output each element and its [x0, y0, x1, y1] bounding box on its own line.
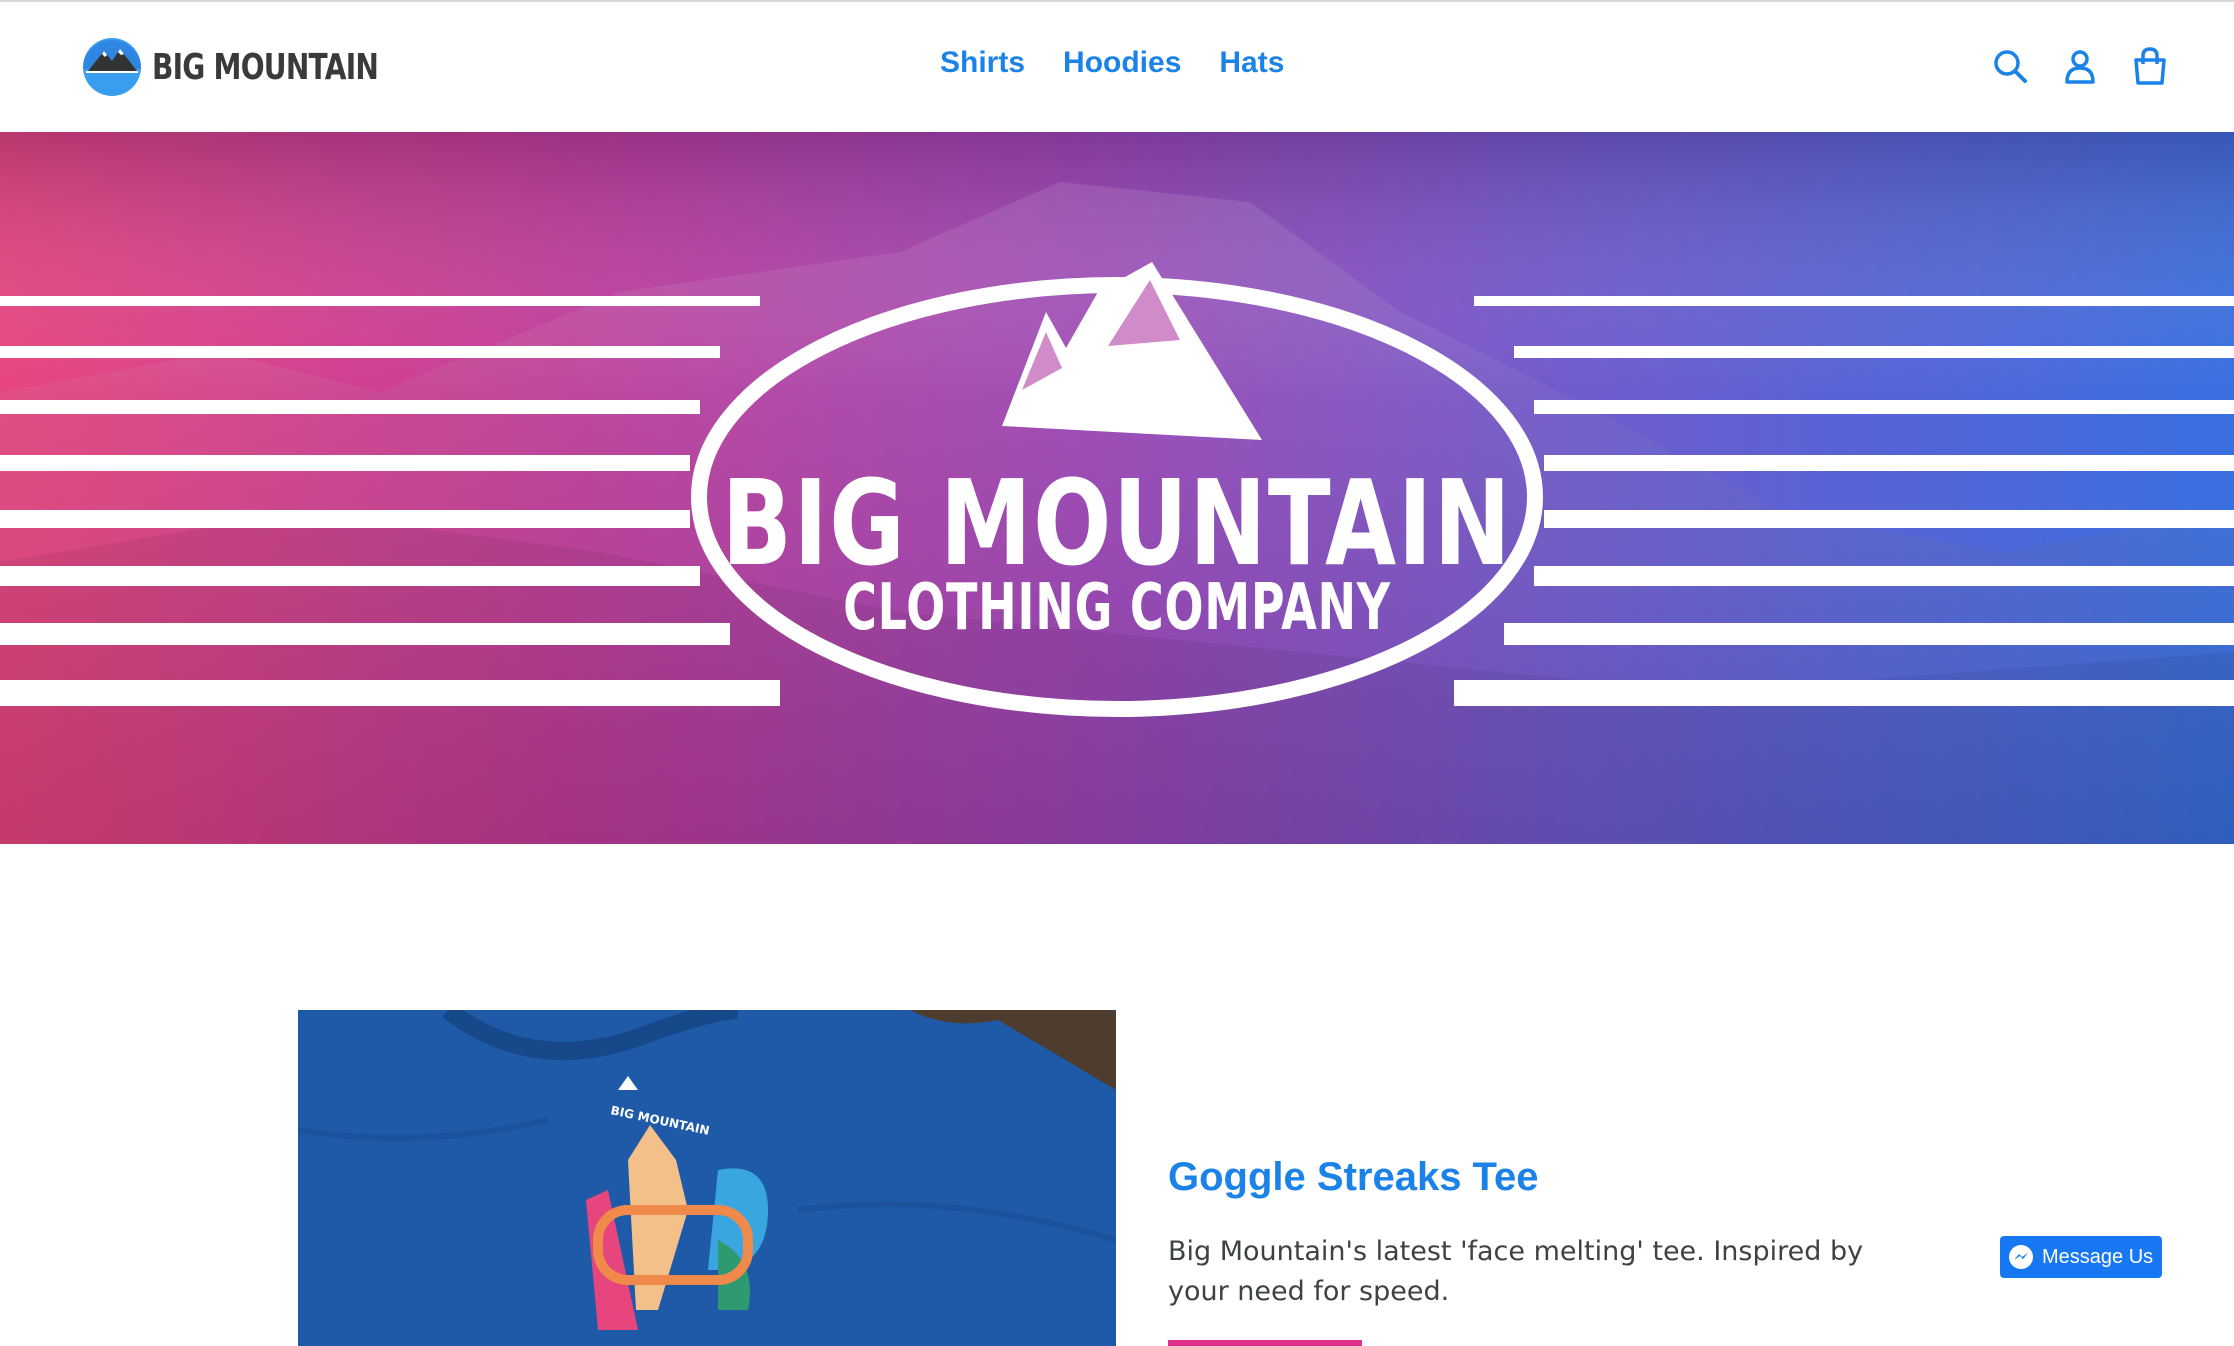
- site-header: BIG MOUNTAIN Shirts Hoodies Hats: [0, 0, 2234, 132]
- account-icon[interactable]: [2062, 46, 2098, 86]
- product-title[interactable]: Goggle Streaks Tee: [1168, 1155, 1539, 1200]
- mountain-logo-icon: [83, 38, 141, 96]
- header-actions: [1992, 46, 2168, 86]
- hero-banner: BIG MOUNTAIN CLOTHING COMPANY: [0, 132, 2234, 844]
- nav-item-hoodies[interactable]: Hoodies: [1063, 46, 1181, 80]
- messenger-button[interactable]: Message Us: [2000, 1236, 2162, 1278]
- nav-item-shirts[interactable]: Shirts: [940, 46, 1025, 80]
- hero-title: BIG MOUNTAIN: [721, 454, 1513, 592]
- hero-subtitle: CLOTHING COMPANY: [843, 571, 1391, 645]
- brand-name: BIG MOUNTAIN: [152, 46, 379, 88]
- messenger-icon: [2009, 1245, 2033, 1269]
- cart-icon[interactable]: [2132, 46, 2168, 86]
- nav-item-hats[interactable]: Hats: [1219, 46, 1284, 80]
- tshirt-illustration: BIG MOUNTAIN: [298, 1010, 1116, 1346]
- messenger-label: Message Us: [2042, 1245, 2154, 1268]
- brand-logo[interactable]: BIG MOUNTAIN: [82, 36, 442, 98]
- product-cta-button[interactable]: [1168, 1340, 1362, 1346]
- product-image[interactable]: BIG MOUNTAIN: [298, 1010, 1116, 1346]
- search-icon[interactable]: [1992, 46, 2028, 86]
- page: BIG MOUNTAIN Shirts Hoodies Hats BIG MOU…: [0, 0, 2234, 1346]
- main-nav: Shirts Hoodies Hats: [940, 46, 1284, 80]
- product-description: Big Mountain's latest 'face melting' tee…: [1168, 1236, 1864, 1307]
